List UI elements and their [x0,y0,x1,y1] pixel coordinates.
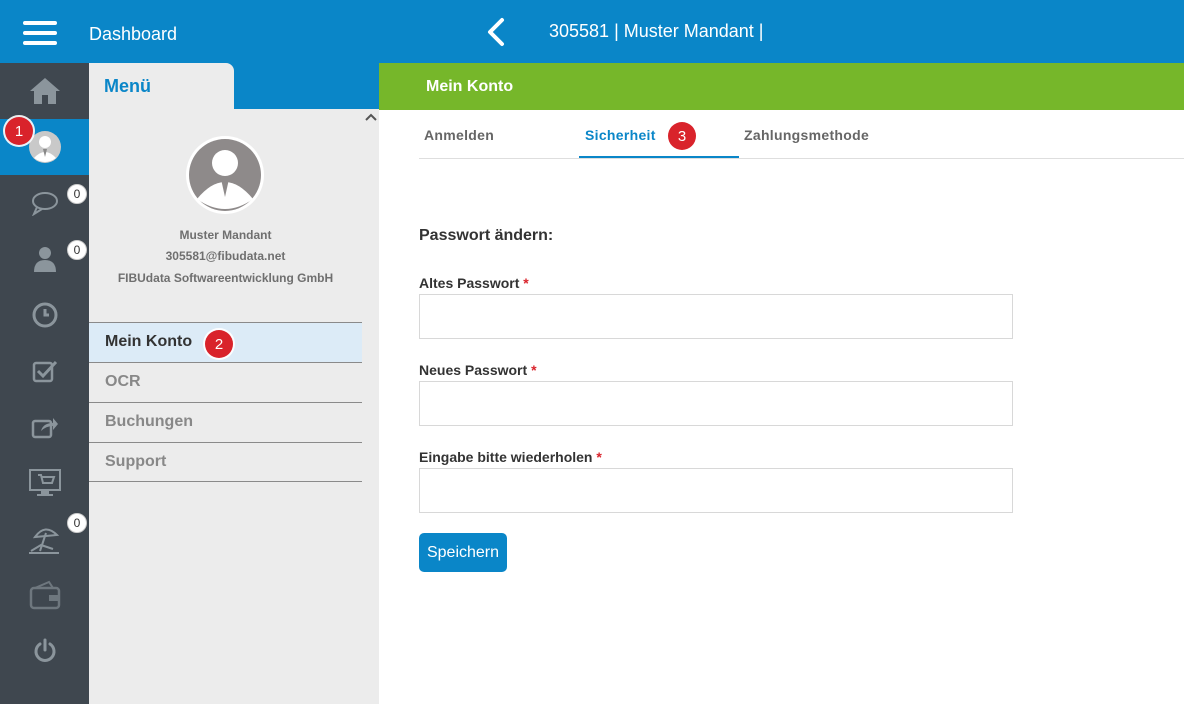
repeat-password-input[interactable] [419,468,1013,513]
active-tab-indicator [579,156,739,158]
old-password-input[interactable] [419,294,1013,339]
profile-email: 305581@fibudata.net [165,249,286,263]
dashboard-title[interactable]: Dashboard [89,24,177,45]
required-asterisk: * [523,275,529,291]
power-icon[interactable] [0,623,89,679]
menu-item-label: Mein Konto [105,333,193,350]
clock-icon[interactable] [0,287,89,343]
required-asterisk: * [596,449,602,465]
required-asterisk: * [531,362,537,378]
menu-item-label: Buchungen [105,413,193,430]
tab-zahlungsmethode[interactable]: Zahlungsmethode [744,127,869,143]
field-label-text: Altes Passwort [419,275,520,291]
icon-rail: 0 0 0 [0,63,89,704]
profile-company: FIBUdata Softwareentwicklung GmbH [117,271,334,285]
tab-sicherheit[interactable]: Sicherheit [585,127,656,143]
client-title: 305581 | Muster Mandant | [549,21,764,41]
new-password-label: Neues Passwort * [419,362,537,378]
messages-count-badge: 0 [67,184,87,204]
new-password-input[interactable] [419,381,1013,426]
hamburger-menu-icon[interactable] [23,21,57,45]
share-icon[interactable] [0,399,89,455]
field-label-text: Eingabe bitte wiederholen [419,449,593,465]
top-bar: Dashboard 305581 | Muster Mandant | [0,0,1184,63]
menu-item-ocr[interactable]: OCR [89,362,362,402]
step-marker-2: 2 [205,330,233,358]
section-title: Passwort ändern: [419,227,554,244]
old-password-label: Altes Passwort * [419,275,529,291]
tab-anmelden[interactable]: Anmelden [424,127,494,143]
back-arrow-icon[interactable] [484,17,508,47]
tasks-checkbox-icon[interactable] [0,343,89,399]
repeat-password-label: Eingabe bitte wiederholen * [419,449,602,465]
profile-name: Muster Mandant [179,228,272,242]
account-tabs: Anmelden Sicherheit Zahlungsmethode [419,110,1184,159]
user-avatar [185,135,265,215]
step-marker-3: 3 [668,122,696,150]
save-button[interactable]: Speichern [419,533,507,572]
home-icon[interactable] [0,63,89,119]
menu-item-label: OCR [105,373,141,390]
content-header: Mein Konto [379,63,1184,110]
menu-item-buchungen[interactable]: Buchungen [89,402,362,442]
field-label-text: Neues Passwort [419,362,528,378]
menu-tab[interactable]: Menü [89,63,234,109]
wallet-icon[interactable] [0,567,89,623]
menu-item-support[interactable]: Support [89,442,362,482]
vacation-count-badge: 0 [67,513,87,533]
step-marker-1: 1 [5,117,33,145]
contacts-count-badge: 0 [67,240,87,260]
shop-monitor-icon[interactable] [0,455,89,511]
scroll-up-arrow-icon[interactable] [362,110,379,124]
menu-item-label: Support [105,453,167,470]
